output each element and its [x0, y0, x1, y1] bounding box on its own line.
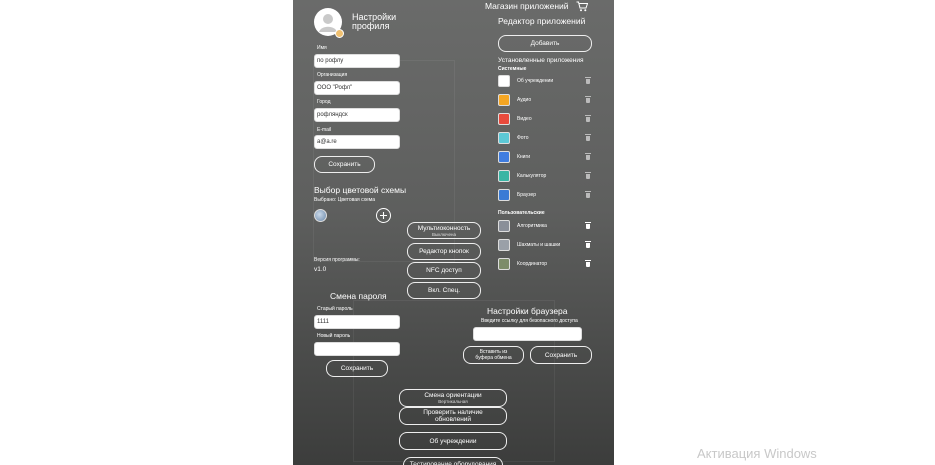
coordinator-icon: [498, 258, 510, 270]
app-name: Координатор: [517, 261, 548, 267]
color-scheme-title: Выбор цветовой схемы: [314, 185, 407, 195]
browser-icon: [498, 189, 510, 201]
password-save-button[interactable]: Сохранить: [326, 360, 388, 377]
organization-label: Организация: [317, 72, 348, 78]
old-password-label: Старый пароль: [317, 306, 353, 312]
organization-field[interactable]: ООО "Рофл": [314, 81, 400, 95]
orientation-status: Вертикальная: [438, 399, 468, 404]
multiwindow-button[interactable]: Мультиоконность Выключена: [407, 222, 481, 239]
trash-icon[interactable]: [585, 172, 591, 179]
trash-icon[interactable]: [585, 134, 591, 141]
hardware-test-button[interactable]: Тестирование оборудования: [403, 457, 503, 465]
calculator-icon: [498, 170, 510, 182]
app-store-title[interactable]: Магазин приложений: [485, 1, 569, 11]
trash-icon[interactable]: [585, 77, 591, 84]
app-row[interactable]: Алгоритмика: [498, 220, 593, 233]
button-editor-button[interactable]: Редактор кнопок: [407, 243, 481, 260]
paste-label-line2: буфера обмена: [475, 355, 512, 361]
email-label: E-mail: [317, 127, 332, 133]
special-mode-button[interactable]: Вкл. Спец.: [407, 282, 481, 299]
browser-settings-title: Настройки браузера: [487, 306, 568, 316]
avatar-badge: [335, 29, 344, 38]
multiwindow-label: Мультиоконность: [417, 224, 471, 232]
name-label: Имя: [317, 45, 327, 51]
app-name: Видео: [517, 116, 532, 122]
app-row[interactable]: Об учреждении: [498, 75, 593, 88]
about-button[interactable]: Об учреждении: [399, 432, 507, 450]
video-icon: [498, 113, 510, 125]
browser-hint: Введите ссылку для безопасного доступа: [481, 318, 578, 324]
photo-icon: [498, 132, 510, 144]
chess-icon: [498, 239, 510, 251]
app-row[interactable]: Шахматы и шашки: [498, 239, 593, 252]
installed-apps-title: Установленные приложения: [498, 57, 584, 64]
browser-url-field[interactable]: [473, 327, 582, 341]
old-password-field[interactable]: 1111: [314, 315, 400, 329]
version-value: v1.0: [314, 266, 327, 273]
system-apps-label: Системные: [498, 66, 527, 72]
app-row[interactable]: Браузер: [498, 189, 593, 202]
profile-save-button[interactable]: Сохранить: [314, 156, 375, 173]
multiwindow-status: Выключена: [432, 231, 456, 237]
settings-panel: Настройки профиля Имя по рофлу Организац…: [293, 0, 614, 465]
avatar[interactable]: [314, 8, 344, 38]
profile-title: Настройки профиля: [352, 12, 397, 31]
app-row[interactable]: Книги: [498, 151, 593, 164]
app-name: Алгоритмика: [517, 223, 547, 229]
app-name: Об учреждении: [517, 78, 554, 84]
check-updates-line2: обновлений: [434, 416, 472, 423]
trash-icon[interactable]: [585, 96, 591, 103]
app-editor-title: Редактор приложений: [498, 16, 586, 26]
user-apps-label: Пользовательские: [498, 210, 545, 216]
trash-icon[interactable]: [585, 153, 591, 160]
audio-icon: [498, 94, 510, 106]
app-name: Аудио: [517, 97, 532, 103]
app-row[interactable]: Калькулятор: [498, 170, 593, 183]
app-row[interactable]: Фото: [498, 132, 593, 145]
trash-icon[interactable]: [585, 241, 591, 248]
version-label: Версия программы:: [314, 257, 360, 263]
name-field[interactable]: по рофлу: [314, 54, 400, 68]
check-updates-line1: Проверить наличие: [423, 409, 483, 416]
new-password-label: Новый пароль: [317, 333, 351, 339]
app-row[interactable]: Видео: [498, 113, 593, 126]
cart-icon[interactable]: [576, 1, 588, 12]
new-password-field[interactable]: [314, 342, 400, 356]
email-field[interactable]: a@a.re: [314, 135, 400, 149]
password-title: Смена пароля: [330, 291, 387, 301]
orientation-label: Смена ориентации: [424, 392, 482, 399]
windows-activation-watermark: Активация Windows: [697, 446, 817, 461]
app-name: Фото: [517, 135, 529, 141]
add-color-scheme-button[interactable]: [376, 208, 391, 223]
city-field[interactable]: рофляндск: [314, 108, 400, 122]
app-name: Калькулятор: [517, 173, 547, 179]
color-scheme-selected: Выбрано: Цветовая схема: [314, 197, 376, 203]
color-scheme-swatch[interactable]: [314, 209, 327, 222]
city-label: Город: [317, 99, 331, 105]
paste-from-clipboard-button[interactable]: Вставить из буфера обмена: [463, 346, 524, 364]
app-row[interactable]: Координатор: [498, 258, 593, 271]
orientation-button[interactable]: Смена ориентации Вертикальная: [399, 389, 507, 407]
trash-icon[interactable]: [585, 222, 591, 229]
trash-icon[interactable]: [585, 260, 591, 267]
app-name: Браузер: [517, 192, 537, 198]
algorithmics-icon: [498, 220, 510, 232]
app-name: Шахматы и шашки: [517, 242, 561, 248]
trash-icon[interactable]: [585, 191, 591, 198]
trash-icon[interactable]: [585, 115, 591, 122]
add-app-button[interactable]: Добавить: [498, 35, 592, 52]
books-icon: [498, 151, 510, 163]
browser-save-button[interactable]: Сохранить: [530, 346, 592, 364]
app-name: Книги: [517, 154, 531, 160]
info-icon: [498, 75, 510, 87]
check-updates-button[interactable]: Проверить наличие обновлений: [399, 407, 507, 425]
app-row[interactable]: Аудио: [498, 94, 593, 107]
nfc-access-button[interactable]: NFC доступ: [407, 262, 481, 279]
plus-icon: [380, 212, 387, 219]
